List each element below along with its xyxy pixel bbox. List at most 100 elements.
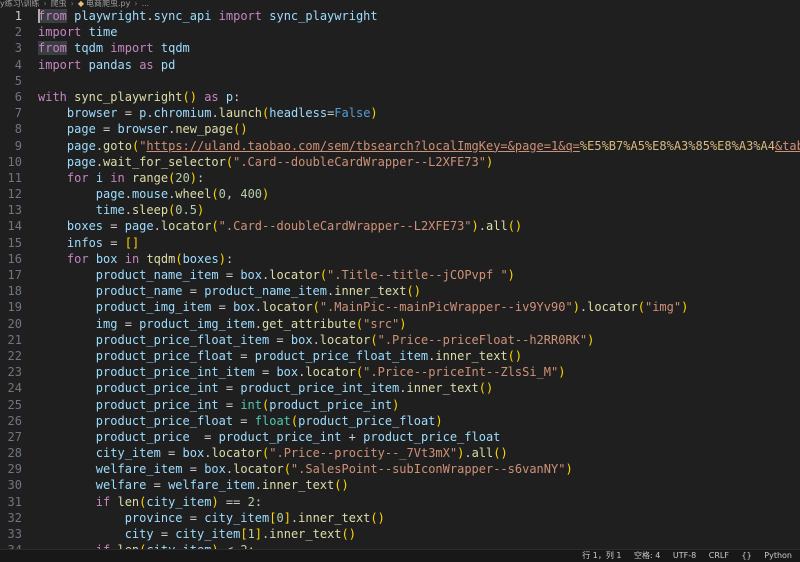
code-line[interactable]: with sync_playwright() as p: (38, 89, 800, 105)
code-line[interactable]: page.wait_for_selector(".Card--doubleCar… (38, 154, 800, 170)
breadcrumb-item[interactable]: 电商爬虫.py (86, 0, 130, 8)
code-token: box (204, 462, 226, 477)
code-token: . (146, 106, 154, 121)
code-line[interactable]: province = city_item[0].inner_text() (38, 510, 800, 526)
cursor-position[interactable]: 行 1，列 1 (582, 551, 621, 560)
code-line[interactable]: img = product_img_item.get_attribute("sr… (38, 316, 800, 332)
code-token: import (218, 9, 263, 23)
code-token: == (218, 494, 248, 509)
code-line[interactable]: page.goto("https://uland.taobao.com/sem/… (38, 138, 800, 154)
code-line[interactable]: if len(city_item) == 2: (38, 494, 800, 510)
code-token: ) (558, 365, 566, 380)
code-token: wait_for_selector (103, 154, 226, 169)
line-number: 3 (14, 41, 22, 56)
code-line[interactable]: boxes = page.locator(".Card--doubleCardW… (38, 218, 800, 234)
encoding-setting[interactable]: UTF-8 (673, 551, 696, 560)
code-editor[interactable]: 1 2 3 4 5 6 7 8 9 10 11 12 13 14 15 16 17 18 19 20 21 22 23 24 2… (0, 8, 800, 550)
code-line[interactable]: time.sleep(0.5) (38, 202, 800, 218)
code-token: locator (319, 332, 371, 347)
line-number: 11 (7, 170, 22, 185)
code-token: goto (103, 138, 132, 153)
code-line[interactable]: page.mouse.wheel(0, 400) (38, 186, 800, 202)
code-token: product_price (95, 429, 190, 444)
code-token: = (233, 348, 255, 363)
indentation-setting[interactable]: 空格: 4 (634, 551, 660, 560)
eol-setting[interactable]: CRLF (709, 551, 729, 560)
code-token: ) (370, 106, 378, 121)
code-line[interactable]: for box in tqdm(boxes): (38, 251, 800, 267)
code-line[interactable]: product_price_float = product_price_floa… (38, 348, 800, 364)
code-line[interactable]: from tqdm import tqdm (38, 40, 800, 56)
line-number: 15 (7, 235, 22, 250)
code-line[interactable]: product_price_int_item = box.locator(".P… (38, 364, 800, 380)
code-token: ) (392, 397, 400, 412)
code-line[interactable]: import pandas as pd (38, 57, 800, 73)
code-line[interactable]: page = browser.new_page() (38, 121, 800, 137)
code-token: = (95, 122, 118, 137)
line-number: 2 (14, 25, 22, 40)
code-token: ) (507, 268, 515, 282)
code-token: city_item (146, 494, 212, 509)
code-line[interactable]: welfare_item = box.locator(".SalesPoint-… (38, 461, 800, 477)
code-line[interactable]: product_price_float = float(product_pric… (38, 413, 800, 429)
code-line[interactable]: product_img_item = box.locator(".MainPic… (38, 299, 800, 315)
code-line[interactable]: product_price_float_item = box.locator("… (38, 332, 800, 348)
code-line[interactable]: product_name = product_name_item.inner_t… (38, 283, 800, 299)
code-token: "src" (363, 316, 400, 331)
code-token: sync_playwright (74, 89, 183, 104)
code-line[interactable]: product_price_int = int(product_price_in… (38, 397, 800, 413)
code-token: if (95, 494, 111, 509)
code-line[interactable]: infos = [] (38, 235, 800, 251)
code-token: () (341, 527, 356, 541)
code-token: get_attribute (262, 316, 356, 331)
code-token: 0 (218, 187, 226, 202)
braces-icon[interactable]: {} (742, 551, 752, 560)
breadcrumb-item[interactable]: ... (142, 0, 150, 8)
language-mode[interactable]: Python (764, 551, 792, 560)
line-number: 32 (7, 510, 22, 525)
code-line[interactable]: product_price = product_price_int + prod… (38, 429, 800, 445)
code-line[interactable]: city_item = box.locator(".Price--procity… (38, 445, 800, 461)
code-line[interactable]: from playwright.sync_api import sync_pla… (38, 8, 800, 24)
code-token: False (334, 106, 371, 121)
code-line[interactable] (38, 73, 800, 89)
code-area[interactable]: from playwright.sync_api import sync_pla… (38, 8, 800, 550)
code-token: welfare (95, 478, 147, 493)
line-number: 14 (7, 219, 22, 234)
code-line[interactable]: for i in range(20): (38, 170, 800, 186)
code-token: [] (124, 235, 140, 250)
line-number: 29 (7, 462, 22, 477)
code-token: "img" (644, 300, 682, 315)
code-line[interactable]: import time (38, 24, 800, 40)
code-token: inner_text (269, 527, 342, 541)
line-number: 17 (7, 268, 22, 282)
code-token: chromium (153, 106, 212, 121)
code-token: locator (233, 462, 284, 477)
breadcrumb-item[interactable]: y练习\训练 (0, 0, 39, 8)
code-token: 20 (175, 170, 190, 185)
code-token: from (38, 41, 67, 56)
code-token: 400 (240, 187, 263, 202)
breadcrumb-item[interactable]: 爬虫 (51, 0, 67, 8)
code-line[interactable]: browser = p.chromium.launch(headless=Fal… (38, 105, 800, 121)
code-token: browser (66, 106, 118, 121)
code-line[interactable]: product_price_int = product_price_int_it… (38, 380, 800, 396)
code-token: float (254, 413, 291, 428)
code-line[interactable]: welfare = welfare_item.inner_text() (38, 477, 800, 493)
code-token: tqdm (146, 251, 176, 266)
code-line[interactable]: product_name_item = box.locator(".Title-… (38, 267, 800, 283)
code-line[interactable]: city = city_item[1].inner_text() (38, 526, 800, 542)
